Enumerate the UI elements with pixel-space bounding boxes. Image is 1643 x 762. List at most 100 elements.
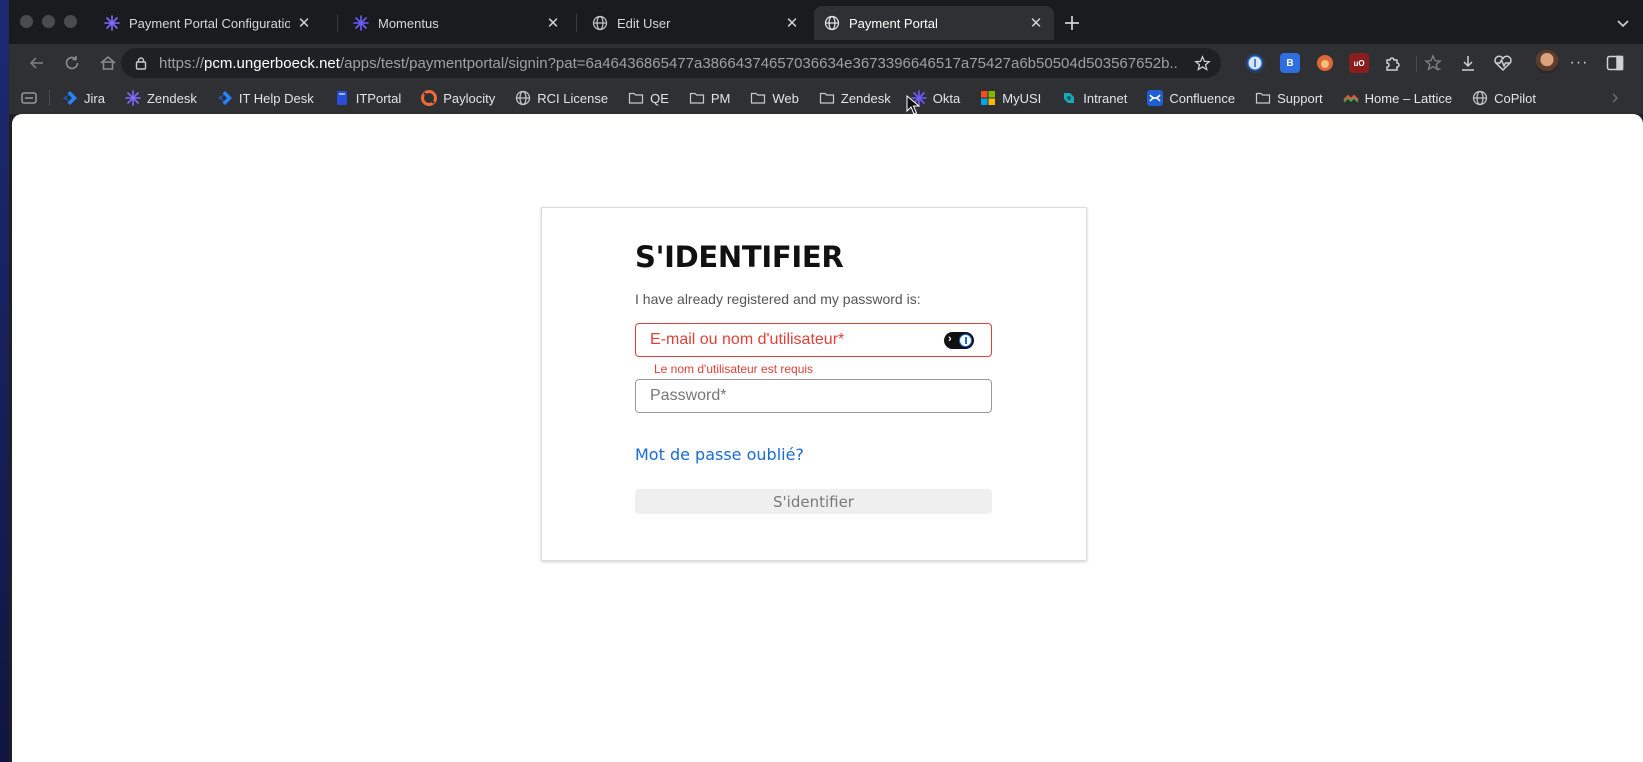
- home-button[interactable]: [96, 51, 120, 75]
- url-text: https://pcm.ungerboeck.net/apps/test/pay…: [159, 54, 1179, 72]
- bookmark-intranet[interactable]: Intranet: [1061, 90, 1127, 106]
- globe-icon: [1472, 90, 1488, 106]
- signin-card: S'IDENTIFIER I have already registered a…: [541, 207, 1087, 561]
- bookmark-label: Zendesk: [146, 90, 197, 106]
- browser-essentials-heart-icon[interactable]: [1493, 53, 1513, 73]
- tab-title: Payment Portal: [849, 15, 938, 31]
- tab-momentus[interactable]: Momentus ✕: [343, 6, 571, 40]
- bookmark-label: Home – Lattice: [1364, 90, 1453, 106]
- mouse-cursor-icon: [906, 94, 921, 115]
- tab-payment-portal-configurations[interactable]: Payment Portal Configurations - ✕: [94, 6, 322, 40]
- bitwarden-extension-icon[interactable]: B: [1280, 53, 1300, 73]
- paylocity-icon: [421, 90, 438, 106]
- reload-button[interactable]: [60, 51, 84, 75]
- confluence-icon: [1147, 90, 1164, 106]
- extensions-puzzle-icon[interactable]: [1383, 53, 1403, 73]
- bookmark-label: RCI License: [537, 90, 609, 106]
- bookmarks-bar: Jira Zendesk IT Help Desk ITPortal Paylo…: [9, 82, 1643, 114]
- ublock-origin-extension-icon[interactable]: uO: [1349, 53, 1369, 73]
- new-tab-button[interactable]: [1060, 11, 1084, 35]
- bookmark-label: QE: [650, 90, 669, 106]
- bookmark-label: Confluence: [1169, 90, 1236, 106]
- email-field[interactable]: ›: [635, 323, 992, 357]
- close-icon[interactable]: ✕: [784, 15, 800, 32]
- bookmark-folder-zendesk[interactable]: Zendesk: [819, 90, 891, 106]
- zendesk-star-icon: [125, 90, 141, 106]
- sidebar-tab-icon[interactable]: [21, 90, 37, 106]
- bookmark-folder-qe[interactable]: QE: [628, 90, 669, 106]
- bookmark-label: ITPortal: [355, 90, 402, 106]
- 1password-extension-icon[interactable]: [1245, 53, 1265, 73]
- bookmark-label: Zendesk: [840, 90, 891, 106]
- browser-toolbar: https://pcm.ungerboeck.net/apps/test/pay…: [9, 44, 1643, 82]
- jira-icon: [62, 90, 78, 106]
- bookmark-rci-license[interactable]: RCI License: [515, 90, 608, 106]
- email-input[interactable]: [636, 324, 991, 356]
- tab-payment-portal[interactable]: Payment Portal ✕: [814, 6, 1054, 40]
- privacy-badger-extension-icon[interactable]: [1315, 53, 1335, 73]
- bookmark-zendesk[interactable]: Zendesk: [125, 90, 197, 106]
- intranet-icon: [1061, 90, 1077, 106]
- bookmark-home-lattice[interactable]: Home – Lattice: [1342, 90, 1453, 106]
- desktop-background: [0, 0, 9, 762]
- zendesk-star-icon: [353, 15, 369, 31]
- password-manager-icon[interactable]: ›: [944, 332, 974, 349]
- password-field[interactable]: [635, 379, 992, 413]
- site-info-lock-icon[interactable]: [133, 55, 149, 71]
- lattice-icon: [1342, 90, 1359, 106]
- forgot-password-link[interactable]: Mot de passe oublié?: [635, 445, 804, 464]
- address-bar[interactable]: https://pcm.ungerboeck.net/apps/test/pay…: [121, 48, 1221, 78]
- bookmark-itportal[interactable]: ITPortal: [334, 90, 402, 106]
- bookmark-label: Intranet: [1083, 90, 1128, 106]
- star-icon[interactable]: [1193, 54, 1211, 72]
- download-icon[interactable]: [1458, 53, 1478, 73]
- page-viewport: S'IDENTIFIER I have already registered a…: [12, 114, 1643, 762]
- tab-title: Payment Portal Configurations -: [129, 15, 290, 31]
- profile-avatar[interactable]: [1535, 50, 1559, 74]
- bookmark-myusi[interactable]: MyUSI: [980, 90, 1041, 106]
- signin-button[interactable]: S'identifier: [635, 489, 992, 514]
- folder-icon: [819, 90, 835, 106]
- bookmark-blue-icon: [334, 90, 350, 106]
- window-zoom-button[interactable]: [64, 15, 77, 28]
- bookmark-folder-web[interactable]: Web: [750, 90, 799, 106]
- window-minimize-button[interactable]: [42, 15, 55, 28]
- folder-icon: [750, 90, 766, 106]
- favorites-star-icon[interactable]: [1423, 53, 1443, 73]
- chevron-right-icon[interactable]: [1607, 90, 1623, 106]
- bookmark-label: Web: [772, 90, 799, 106]
- signin-subtitle: I have already registered and my passwor…: [635, 291, 921, 307]
- more-menu-icon[interactable]: ···: [1569, 53, 1589, 73]
- bookmarks-divider: [49, 90, 50, 106]
- back-button[interactable]: [25, 51, 49, 75]
- bookmark-label: CoPilot: [1494, 90, 1537, 106]
- bookmark-label: Paylocity: [443, 90, 496, 106]
- page-title: S'IDENTIFIER: [635, 240, 844, 274]
- bookmark-label: IT Help Desk: [238, 90, 314, 106]
- bookmark-label: Okta: [932, 90, 961, 106]
- tab-divider: [337, 14, 338, 32]
- bookmark-copilot[interactable]: CoPilot: [1472, 90, 1536, 106]
- close-icon[interactable]: ✕: [296, 15, 312, 32]
- email-error-message: Le nom d'utilisateur est requis: [654, 362, 814, 376]
- tab-edit-user[interactable]: Edit User ✕: [582, 6, 810, 40]
- bookmark-confluence[interactable]: Confluence: [1147, 90, 1235, 106]
- password-input[interactable]: [636, 380, 991, 412]
- bookmark-paylocity[interactable]: Paylocity: [421, 90, 495, 106]
- bookmark-it-help-desk[interactable]: IT Help Desk: [217, 90, 314, 106]
- bookmark-jira[interactable]: Jira: [62, 90, 105, 106]
- globe-icon: [592, 15, 608, 31]
- bookmark-label: Jira: [84, 90, 105, 106]
- bookmark-folder-pm[interactable]: PM: [689, 90, 730, 106]
- tab-strip: Payment Portal Configurations - ✕ Moment…: [9, 0, 1643, 44]
- tab-divider: [576, 14, 577, 32]
- sidebar-toggle-icon[interactable]: [1605, 53, 1625, 73]
- tab-search-chevron-icon[interactable]: [1611, 11, 1635, 35]
- zendesk-star-icon: [104, 15, 120, 31]
- close-icon[interactable]: ✕: [545, 15, 561, 32]
- jira-icon: [217, 90, 233, 106]
- tab-title: Momentus: [378, 15, 439, 31]
- close-icon[interactable]: ✕: [1028, 15, 1044, 32]
- bookmark-folder-support[interactable]: Support: [1255, 90, 1323, 106]
- window-close-button[interactable]: [20, 15, 33, 28]
